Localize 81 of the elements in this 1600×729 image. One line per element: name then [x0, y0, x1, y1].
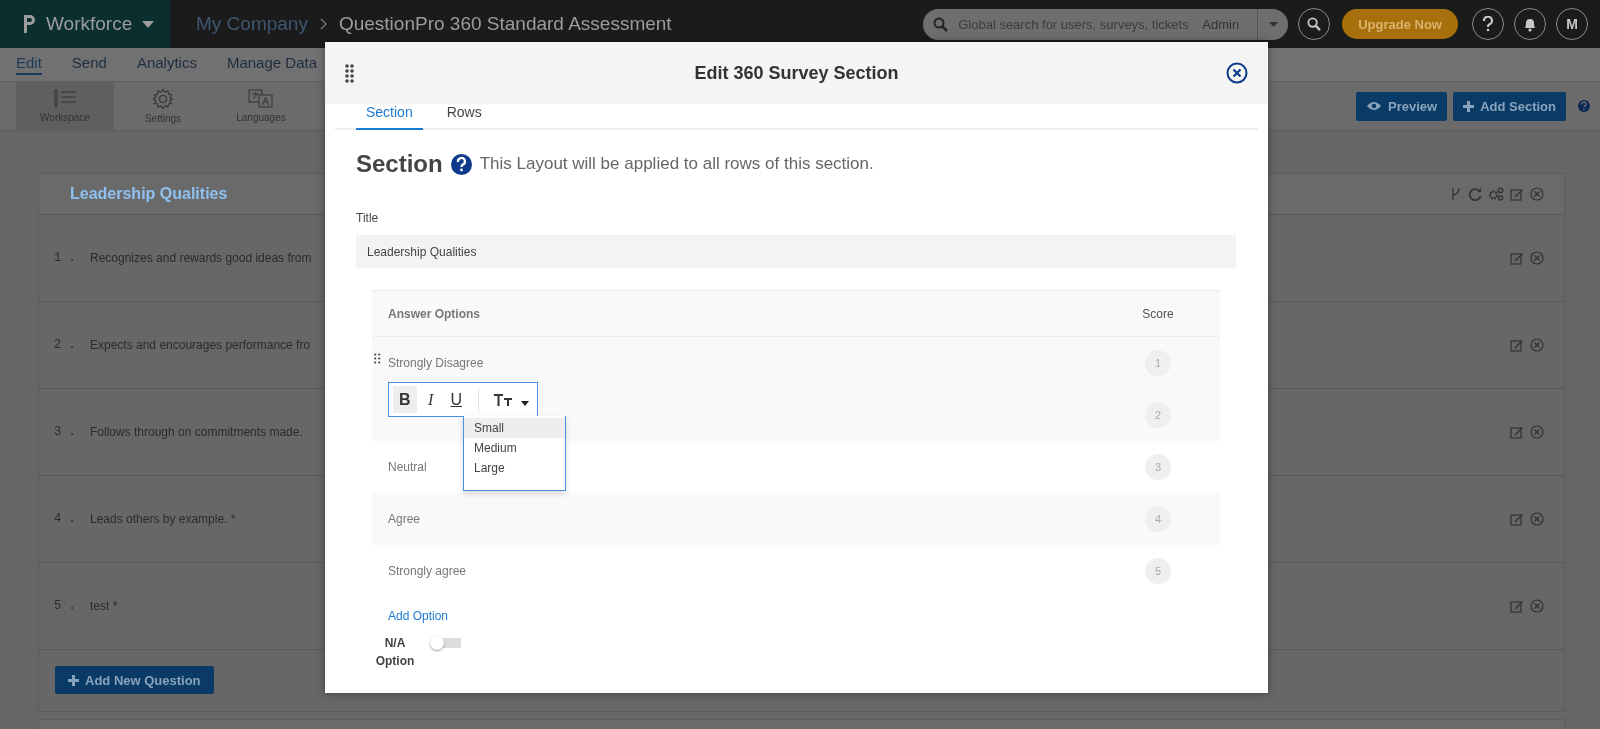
pencil-list-icon — [52, 89, 78, 109]
eye-icon — [1366, 101, 1382, 111]
add-question-button[interactable]: Add New Question — [55, 666, 214, 694]
caret-icon[interactable] — [142, 20, 155, 28]
avatar[interactable]: M — [1556, 8, 1588, 40]
notification-button[interactable] — [1514, 8, 1546, 40]
answer-option[interactable]: Agree — [388, 512, 421, 526]
question-number: 3 . — [54, 425, 77, 439]
score-badge: 3 — [1145, 454, 1171, 480]
drag-handle-icon[interactable] — [374, 353, 381, 364]
bell-icon — [1523, 16, 1537, 32]
branch-icon[interactable] — [1450, 187, 1462, 201]
title-field[interactable]: Leadership Qualities — [356, 235, 1236, 268]
score-badge: 1 — [1145, 350, 1171, 376]
add-option-link[interactable]: Add Option — [388, 609, 449, 623]
question-text: Expects and encourages performance fro — [90, 338, 311, 352]
format-button[interactable]: U — [444, 386, 469, 413]
question-text: Recognizes and rewards good ideas from — [90, 251, 312, 265]
menu-item[interactable]: Large — [464, 458, 565, 478]
preview-button[interactable]: Preview — [1356, 91, 1448, 121]
tab[interactable]: Rows — [436, 104, 492, 130]
menu-tab[interactable]: Edit — [16, 54, 42, 75]
score-badge: 2 — [1145, 402, 1171, 428]
score-badge: 4 — [1145, 506, 1171, 532]
format-button[interactable]: I — [418, 386, 443, 413]
edit-icon[interactable] — [1510, 338, 1524, 352]
answer-option[interactable]: Strongly agree — [388, 564, 467, 578]
section-description: This Layout will be applied to all rows of this section. — [479, 154, 874, 174]
dialog-title: Edit 360 Survey Section — [694, 62, 899, 84]
section-title: Leadership Qualities — [70, 185, 228, 203]
toggle-switch[interactable] — [429, 635, 463, 651]
help-button[interactable] — [1472, 8, 1504, 40]
section-heading: Section — [356, 150, 443, 178]
close-icon[interactable] — [1226, 62, 1248, 84]
question-number: 5 . — [54, 599, 77, 613]
question-text: Follows through on commitments made. — [90, 425, 303, 439]
menu-tab[interactable]: Analytics — [136, 54, 197, 75]
menu-tab[interactable]: Manage Data — [226, 54, 317, 75]
plus-icon — [1463, 100, 1475, 112]
format-button[interactable]: B — [393, 386, 417, 413]
edit-icon[interactable] — [1510, 599, 1524, 613]
drag-handle-icon[interactable] — [345, 63, 354, 83]
help-icon — [1482, 16, 1494, 32]
answer-option[interactable]: Neutral — [388, 460, 427, 474]
menu-item[interactable]: Small — [464, 418, 565, 438]
answer-option[interactable]: Strongly Disagree — [388, 356, 484, 370]
add-section-button[interactable]: Add Section — [1453, 91, 1566, 121]
logo-icon[interactable] — [22, 13, 36, 35]
edit-icon[interactable] — [1510, 251, 1524, 265]
breadcrumb-item: QuestionPro 360 Standard Assessment — [338, 13, 672, 35]
refresh-icon[interactable] — [1468, 187, 1482, 201]
help-icon[interactable] — [450, 153, 472, 175]
chevron-icon — [319, 18, 327, 30]
caret-icon — [521, 401, 529, 406]
question-number: 2 . — [54, 338, 77, 352]
toggle-label: N/A Option — [374, 635, 416, 670]
text-size-icon — [493, 392, 513, 407]
translate-icon — [248, 89, 274, 109]
menu-item[interactable]: Medium — [464, 438, 565, 458]
question-text: Leads others by example. * — [90, 512, 236, 526]
gears-icon[interactable] — [1488, 187, 1504, 201]
plus-icon — [68, 674, 79, 686]
caret-icon[interactable] — [1268, 21, 1278, 27]
score-badge: 5 — [1145, 558, 1171, 584]
search-icon — [933, 16, 949, 32]
question-number: 1 . — [54, 251, 77, 265]
edit-icon[interactable] — [1510, 425, 1524, 439]
edit-icon[interactable] — [1510, 187, 1524, 201]
edit-icon[interactable] — [1510, 512, 1524, 526]
tab[interactable]: Section — [356, 104, 423, 130]
column-header: Answer Options — [387, 306, 481, 321]
settings-icon — [152, 88, 174, 110]
column-header: Score — [1142, 306, 1174, 321]
search-scope: Admin — [1202, 16, 1241, 32]
menu-tab[interactable]: Send — [71, 54, 107, 75]
field-label: Title — [356, 211, 379, 225]
title-input[interactable]: Leadership Qualities — [365, 243, 1227, 260]
search-button[interactable] — [1298, 8, 1331, 40]
question-text: test * — [90, 599, 118, 613]
search-icon — [1307, 17, 1322, 31]
question-number: 4 . — [54, 512, 77, 526]
